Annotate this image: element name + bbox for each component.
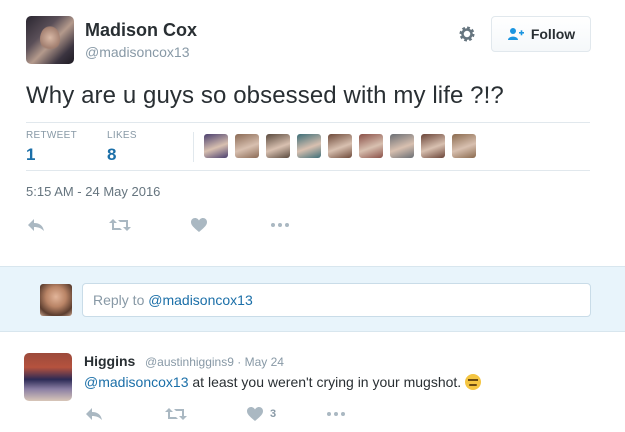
liker-avatar[interactable] bbox=[297, 134, 321, 158]
author-name[interactable]: Madison Cox bbox=[85, 20, 197, 41]
reply-prefix: Reply to bbox=[93, 292, 149, 308]
tweet-timestamp[interactable]: 5:15 AM - 24 May 2016 bbox=[26, 184, 160, 199]
author-avatar[interactable] bbox=[26, 16, 74, 64]
main-tweet: Madison Cox @madisoncox13 Follow Why are… bbox=[0, 0, 625, 266]
liker-avatar[interactable] bbox=[452, 134, 476, 158]
reply-icon[interactable] bbox=[26, 214, 46, 236]
liker-avatars bbox=[204, 134, 476, 158]
liker-avatar[interactable] bbox=[204, 134, 228, 158]
reply-author-avatar[interactable] bbox=[24, 353, 72, 401]
liker-avatar[interactable] bbox=[328, 134, 352, 158]
likes-count[interactable]: 8 bbox=[107, 145, 116, 165]
reply-author-meta[interactable]: @austinhiggins9 · May 24 bbox=[145, 355, 284, 369]
follow-person-icon bbox=[507, 27, 525, 41]
divider bbox=[26, 170, 590, 171]
retweet-count[interactable]: 1 bbox=[26, 145, 35, 165]
liker-avatar[interactable] bbox=[235, 134, 259, 158]
reply-text-mention[interactable]: @madisoncox13 bbox=[84, 374, 189, 390]
reply-text: @madisoncox13 at least you weren't cryin… bbox=[84, 374, 482, 390]
tweet-actions bbox=[26, 214, 326, 238]
reply-mention: @madisoncox13 bbox=[148, 292, 253, 308]
follow-label: Follow bbox=[530, 26, 576, 42]
more-icon[interactable] bbox=[326, 403, 346, 425]
like-icon[interactable]: 3 bbox=[246, 403, 276, 425]
reply-like-count: 3 bbox=[270, 408, 277, 420]
likes-stat-label: LIKES bbox=[107, 130, 137, 141]
like-icon[interactable] bbox=[190, 214, 208, 236]
liker-avatar[interactable] bbox=[266, 134, 290, 158]
follow-button[interactable]: Follow bbox=[491, 16, 591, 52]
reply-text-body: at least you weren't crying in your mugs… bbox=[188, 374, 462, 390]
liker-avatar[interactable] bbox=[390, 134, 414, 158]
current-user-avatar bbox=[40, 284, 72, 316]
reply-tweet: Higgins @austinhiggins9 · May 24 @madiso… bbox=[0, 333, 625, 432]
gear-icon[interactable] bbox=[456, 24, 478, 46]
author-handle[interactable]: @madisoncox13 bbox=[85, 44, 190, 60]
reply-author-name[interactable]: Higgins bbox=[84, 353, 135, 369]
reply-icon[interactable] bbox=[84, 403, 104, 425]
divider bbox=[26, 122, 590, 123]
reply-actions: 3 bbox=[84, 403, 384, 425]
liker-avatar[interactable] bbox=[359, 134, 383, 158]
retweet-icon[interactable] bbox=[108, 214, 132, 236]
tweet-text: Why are u guys so obsessed with my life … bbox=[26, 82, 504, 109]
retweet-icon[interactable] bbox=[164, 403, 188, 425]
retweet-stat-label: RETWEET bbox=[26, 130, 77, 141]
reply-composer: Reply to @madisoncox13 bbox=[0, 266, 625, 332]
reply-input[interactable]: Reply to @madisoncox13 bbox=[82, 283, 591, 317]
liker-avatar[interactable] bbox=[421, 134, 445, 158]
stat-divider bbox=[193, 132, 194, 162]
unamused-face-emoji bbox=[465, 374, 482, 390]
more-icon[interactable] bbox=[270, 214, 290, 236]
